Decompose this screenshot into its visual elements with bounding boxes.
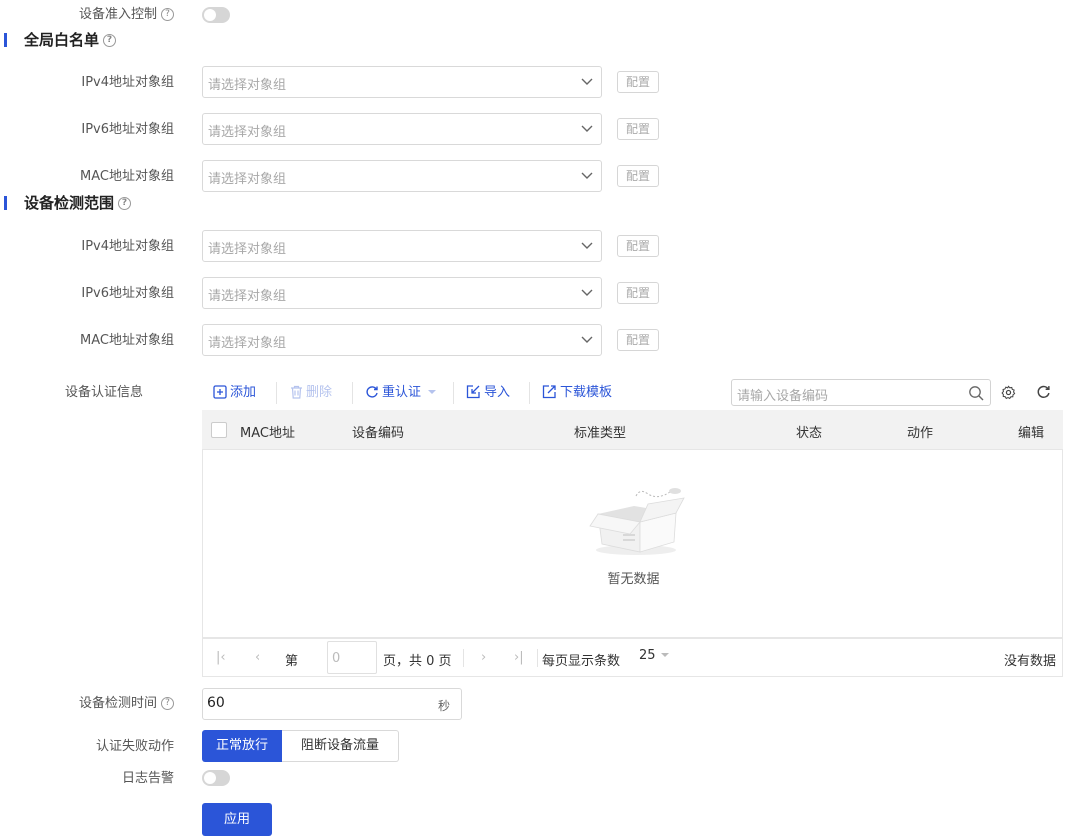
page-total-text: 页，共 0 页 <box>383 654 452 669</box>
per-page-label: 每页显示条数 <box>542 654 621 669</box>
range-mac-select[interactable]: 请选择对象组 <box>202 324 602 356</box>
whitelist-ipv4-config-button[interactable]: 配置 <box>617 71 659 93</box>
column-header-device-code[interactable]: 设备编码 <box>352 422 404 441</box>
column-header-status[interactable]: 状态 <box>796 422 822 441</box>
toolbar-divider <box>453 382 454 404</box>
range-mac-label: MAC地址对象组 <box>80 333 174 348</box>
section-accent-bar <box>4 196 7 210</box>
column-header-action[interactable]: 动作 <box>907 422 933 441</box>
prev-page-icon[interactable]: ‹ <box>255 650 260 665</box>
whitelist-mac-config-button[interactable]: 配置 <box>617 165 659 187</box>
range-ipv4-select[interactable]: 请选择对象组 <box>202 230 602 262</box>
device-code-search-input[interactable]: 请输入设备编码 <box>731 379 991 406</box>
caret-down-icon <box>428 390 437 394</box>
column-header-standard-type[interactable]: 标准类型 <box>574 422 626 441</box>
refresh-icon[interactable] <box>1036 385 1051 400</box>
next-page-icon[interactable]: › <box>481 650 486 665</box>
log-alarm-toggle[interactable] <box>202 770 230 786</box>
add-button[interactable]: 添加 <box>213 384 256 402</box>
refresh-icon <box>366 386 378 398</box>
pager-divider <box>463 649 464 667</box>
whitelist-ipv4-label: IPv4地址对象组 <box>81 75 174 90</box>
chevron-down-icon <box>581 172 593 179</box>
column-header-edit[interactable]: 编辑 <box>1018 422 1044 441</box>
fail-action-label: 认证失败动作 <box>95 739 174 754</box>
range-ipv6-label: IPv6地址对象组 <box>81 286 174 301</box>
select-all-checkbox[interactable] <box>211 422 227 438</box>
device-access-label: 设备准入控制? <box>0 7 174 23</box>
chevron-down-icon <box>581 125 593 132</box>
section-accent-bar <box>4 33 7 47</box>
detect-time-input[interactable]: 60 秒 <box>202 688 462 720</box>
last-page-icon[interactable]: ›| <box>514 650 524 665</box>
empty-text: 暂无数据 <box>607 572 660 587</box>
export-icon <box>542 385 556 399</box>
pagination: |‹ ‹ 第 0 页，共 0 页 › ›| 每页显示条数 25 没有数据 <box>202 638 1063 677</box>
toolbar-divider <box>352 382 353 404</box>
whitelist-ipv6-config-button[interactable]: 配置 <box>617 118 659 140</box>
page-prefix: 第 <box>285 654 299 669</box>
whitelist-mac-select[interactable]: 请选择对象组 <box>202 160 602 192</box>
chevron-down-icon <box>581 289 593 296</box>
per-page-select[interactable]: 25 <box>639 648 670 666</box>
toolbar-divider <box>529 382 530 404</box>
first-page-icon[interactable]: |‹ <box>216 650 226 665</box>
unit-label: 秒 <box>437 699 450 713</box>
toolbar-divider <box>276 382 277 404</box>
whitelist-ipv4-select[interactable]: 请选择对象组 <box>202 66 602 98</box>
help-icon[interactable]: ? <box>103 34 117 47</box>
import-button[interactable]: 导入 <box>466 384 510 402</box>
chevron-down-icon <box>581 242 593 249</box>
range-ipv6-config-button[interactable]: 配置 <box>617 282 659 304</box>
search-icon[interactable] <box>968 385 984 401</box>
section-title: 全局白名单 <box>24 31 100 49</box>
range-ipv4-label: IPv4地址对象组 <box>81 239 174 254</box>
chevron-down-icon <box>581 336 593 343</box>
whitelist-ipv6-select[interactable]: 请选择对象组 <box>202 113 602 145</box>
page-number-input[interactable]: 0 <box>327 641 377 674</box>
table-body: 暂无数据 <box>202 450 1063 638</box>
chevron-down-icon <box>581 78 593 85</box>
device-access-toggle[interactable] <box>202 7 230 23</box>
help-icon[interactable]: ? <box>118 197 132 210</box>
whitelist-mac-label: MAC地址对象组 <box>80 169 174 184</box>
help-icon[interactable]: ? <box>161 697 174 710</box>
add-icon <box>213 385 227 399</box>
column-header-mac[interactable]: MAC地址 <box>240 422 295 441</box>
delete-button[interactable]: 删除 <box>290 384 332 402</box>
section-title: 设备检测范围 <box>24 194 115 212</box>
pager-status: 没有数据 <box>1003 654 1056 669</box>
range-ipv6-select[interactable]: 请选择对象组 <box>202 277 602 309</box>
log-alarm-label: 日志告警 <box>121 771 174 786</box>
range-ipv4-config-button[interactable]: 配置 <box>617 235 659 257</box>
download-template-button[interactable]: 下载模板 <box>542 384 612 402</box>
detect-time-label: 设备检测时间? <box>0 696 174 712</box>
whitelist-ipv6-label: IPv6地址对象组 <box>81 122 174 137</box>
help-icon[interactable]: ? <box>161 8 174 21</box>
reauth-dropdown[interactable]: 重认证 <box>365 384 440 402</box>
fail-action-option-block[interactable]: 阻断设备流量 <box>282 730 399 762</box>
apply-button[interactable]: 应用 <box>202 803 272 836</box>
empty-box-icon <box>589 488 685 555</box>
gear-icon[interactable] <box>1001 385 1016 400</box>
range-mac-config-button[interactable]: 配置 <box>617 329 659 351</box>
fail-action-option-allow[interactable]: 正常放行 <box>202 730 282 762</box>
table-header: MAC地址 设备编码 标准类型 状态 动作 编辑 <box>202 410 1063 450</box>
caret-down-icon <box>660 653 669 657</box>
import-icon <box>466 385 480 399</box>
pager-divider <box>537 649 538 667</box>
trash-icon <box>291 385 302 399</box>
auth-info-label: 设备认证信息 <box>64 385 143 400</box>
